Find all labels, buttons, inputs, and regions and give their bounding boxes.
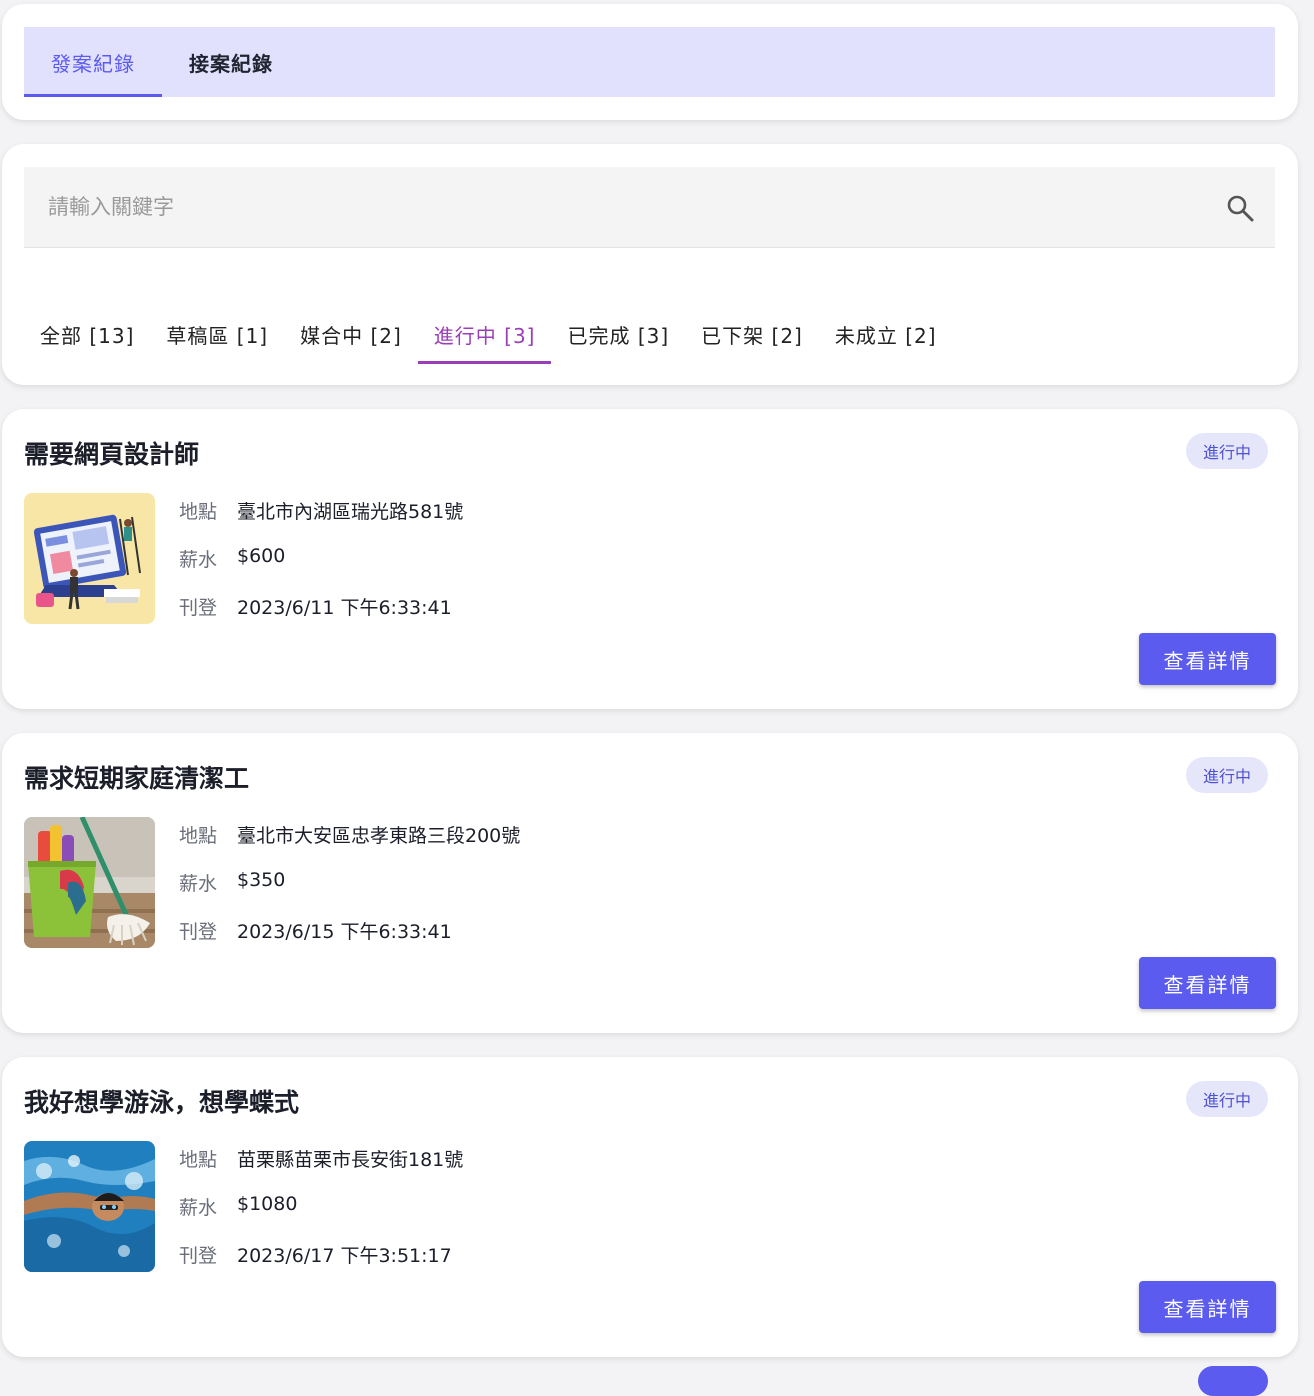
location-value: 臺北市大安區忠孝東路三段200號 [237, 825, 521, 847]
posted-value: 2023/6/11 下午6:33:41 [237, 597, 452, 619]
search-filter-card: 全部 [13] 草稿區 [1] 媒合中 [2] 進行中 [3] 已完成 [3] … [2, 144, 1298, 385]
job-thumbnail [24, 493, 155, 624]
salary-row: 薪水 $350 [179, 869, 285, 896]
butterfly-swimmer-photo [24, 1141, 155, 1272]
posted-label: 刊登 [179, 921, 218, 943]
status-badge: 進行中 [1186, 433, 1268, 469]
job-title: 需要網頁設計師 [24, 440, 200, 469]
tab-posted-records[interactable]: 發案紀錄 [24, 27, 162, 97]
floating-action-button[interactable] [1198, 1366, 1268, 1396]
filter-draft[interactable]: 草稿區 [1] [150, 304, 284, 364]
location-label: 地點 [179, 1149, 218, 1171]
salary-value: $600 [237, 545, 286, 567]
view-details-button[interactable]: 查看詳情 [1139, 633, 1276, 685]
location-label: 地點 [179, 825, 218, 847]
search-box [24, 167, 1275, 248]
location-value: 苗栗縣苗栗市長安街181號 [237, 1149, 464, 1171]
location-value: 臺北市內湖區瑞光路581號 [237, 501, 464, 523]
tab-accepted-records[interactable]: 接案紀錄 [162, 27, 300, 97]
status-filter-tabs: 全部 [13] 草稿區 [1] 媒合中 [2] 進行中 [3] 已完成 [3] … [24, 304, 953, 364]
salary-label: 薪水 [179, 1197, 218, 1219]
salary-value: $350 [237, 869, 286, 891]
job-card: 需求短期家庭清潔工 進行中 地點 臺北市大安區忠孝東路三段200號 薪水 $35… [2, 733, 1298, 1033]
job-thumbnail [24, 817, 155, 948]
location-label: 地點 [179, 501, 218, 523]
location-row: 地點 臺北市內湖區瑞光路581號 [179, 497, 463, 524]
posted-row: 刊登 2023/6/15 下午6:33:41 [179, 917, 452, 944]
job-thumbnail [24, 1141, 155, 1272]
posted-value: 2023/6/17 下午3:51:17 [237, 1245, 452, 1267]
job-title: 我好想學游泳，想學蝶式 [24, 1088, 300, 1117]
filter-in-progress[interactable]: 進行中 [3] [417, 304, 552, 364]
status-badge: 進行中 [1186, 757, 1268, 793]
filter-all[interactable]: 全部 [13] [24, 304, 150, 364]
posted-label: 刊登 [179, 597, 218, 619]
job-card: 需要網頁設計師 進行中 地點 臺北市內湖區瑞光路581號 薪水 $600 刊登 … [2, 409, 1298, 709]
view-details-button[interactable]: 查看詳情 [1139, 957, 1276, 1009]
filter-completed[interactable]: 已完成 [3] [551, 304, 685, 364]
salary-row: 薪水 $600 [179, 545, 285, 572]
filter-matching[interactable]: 媒合中 [2] [284, 304, 418, 364]
status-badge: 進行中 [1186, 1081, 1268, 1117]
posted-row: 刊登 2023/6/11 下午6:33:41 [179, 593, 452, 620]
salary-row: 薪水 $1080 [179, 1193, 297, 1220]
salary-label: 薪水 [179, 873, 218, 895]
location-row: 地點 臺北市大安區忠孝東路三段200號 [179, 821, 520, 848]
view-details-button[interactable]: 查看詳情 [1139, 1281, 1276, 1333]
posted-label: 刊登 [179, 1245, 218, 1267]
posted-value: 2023/6/15 下午6:33:41 [237, 921, 452, 943]
record-tabbar: 發案紀錄 接案紀錄 [24, 27, 1275, 97]
job-card: 我好想學游泳，想學蝶式 進行中 地點 苗栗縣苗栗市長安街181號 薪水 $108… [2, 1057, 1298, 1357]
salary-label: 薪水 [179, 549, 218, 571]
posted-row: 刊登 2023/6/17 下午3:51:17 [179, 1241, 452, 1268]
filter-not-established[interactable]: 未成立 [2] [819, 304, 953, 364]
search-input[interactable] [48, 167, 1198, 247]
cleaning-supplies-photo [24, 817, 155, 948]
filter-removed[interactable]: 已下架 [2] [685, 304, 819, 364]
search-icon[interactable] [1225, 193, 1255, 223]
location-row: 地點 苗栗縣苗栗市長安街181號 [179, 1145, 463, 1172]
record-tabs-card: 發案紀錄 接案紀錄 [2, 4, 1298, 120]
salary-value: $1080 [237, 1193, 298, 1215]
job-title: 需求短期家庭清潔工 [24, 764, 250, 793]
web-design-illustration [24, 493, 155, 624]
